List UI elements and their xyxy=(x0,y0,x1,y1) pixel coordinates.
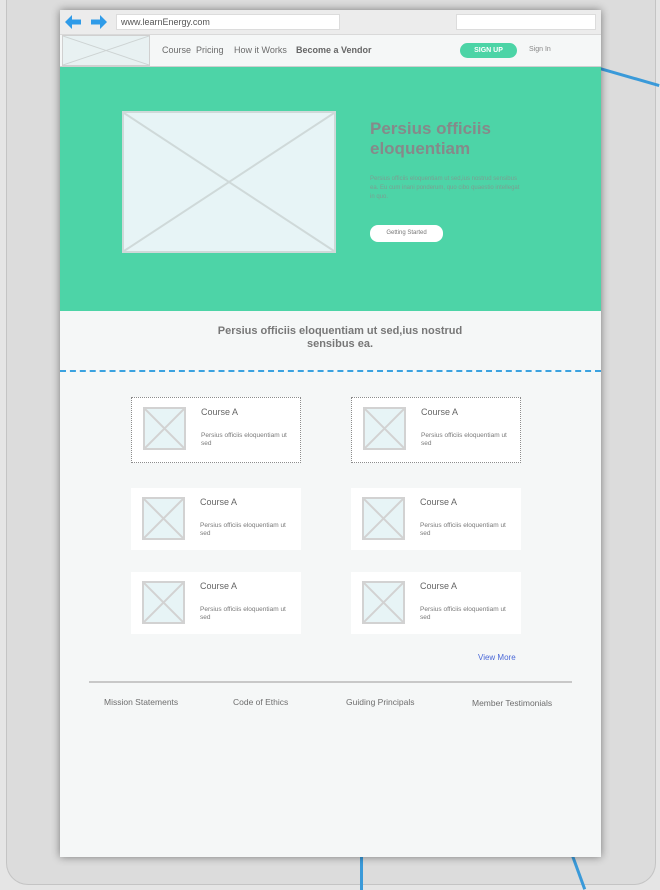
view-more-link[interactable]: View More xyxy=(478,653,516,662)
course-card[interactable]: Course A Persius officiis eloquentiam ut… xyxy=(131,572,301,634)
getting-started-button[interactable]: Getting Started xyxy=(370,225,443,242)
course-thumbnail xyxy=(362,497,405,540)
browser-search-input[interactable] xyxy=(456,14,596,30)
course-title: Course A xyxy=(200,497,238,507)
footer-link-mission-statements[interactable]: Mission Statements xyxy=(104,697,178,707)
url-text: www.learnEnergy.com xyxy=(121,17,210,27)
signin-link[interactable]: Sign In xyxy=(529,46,551,53)
course-thumbnail xyxy=(143,407,186,450)
course-thumbnail xyxy=(362,581,405,624)
course-title: Course A xyxy=(420,581,458,591)
course-title: Course A xyxy=(421,407,459,417)
forward-arrow-icon[interactable] xyxy=(90,14,108,30)
course-thumbnail xyxy=(142,581,185,624)
nav-link-become-vendor[interactable]: Become a Vendor xyxy=(296,45,372,55)
url-bar[interactable]: www.learnEnergy.com xyxy=(116,14,340,30)
course-title: Course A xyxy=(201,407,239,417)
course-thumbnail xyxy=(363,407,406,450)
signup-button[interactable]: SIGN UP xyxy=(460,43,517,58)
course-description: Persius officiis eloquentiam ut sed xyxy=(200,522,286,537)
nav-link-course[interactable]: Course xyxy=(162,45,191,55)
course-card[interactable]: Course A Persius officiis eloquentiam ut… xyxy=(131,488,301,550)
course-title: Course A xyxy=(200,581,238,591)
course-title: Course A xyxy=(420,497,458,507)
web-page-mockup: www.learnEnergy.com Course Pricing How i… xyxy=(60,10,601,857)
footer-link-guiding-principals[interactable]: Guiding Principals xyxy=(346,697,415,707)
tagline: Persius officiis eloquentiam ut sed,ius … xyxy=(217,325,463,350)
course-description: Persius officiis eloquentiam ut sed xyxy=(421,432,507,447)
navbar: Course Pricing How it Works Become a Ven… xyxy=(60,34,601,67)
hero-description: Persius officiis eloquentiam ut sed,ius … xyxy=(370,176,520,200)
footer-link-member-testimonials[interactable]: Member Testimonials xyxy=(472,698,552,708)
course-card[interactable]: Course A Persius officiis eloquentiam ut… xyxy=(351,572,521,634)
footer-link-code-of-ethics[interactable]: Code of Ethics xyxy=(233,697,288,707)
course-description: Persius officiis eloquentiam ut sed xyxy=(201,432,287,447)
course-card[interactable]: Course A Persius officiis eloquentiam ut… xyxy=(131,397,301,463)
hero-title: Persius officiis eloquentiam xyxy=(370,119,491,158)
course-thumbnail xyxy=(142,497,185,540)
back-arrow-icon[interactable] xyxy=(64,14,82,30)
course-card[interactable]: Course A Persius officiis eloquentiam ut… xyxy=(351,397,521,463)
browser-bar: www.learnEnergy.com xyxy=(60,10,601,34)
course-card[interactable]: Course A Persius officiis eloquentiam ut… xyxy=(351,488,521,550)
nav-link-how-it-works[interactable]: How it Works xyxy=(234,45,287,55)
footer-divider xyxy=(89,681,572,683)
course-description: Persius officiis eloquentiam ut sed xyxy=(200,606,286,621)
hero-section: Persius officiis eloquentiam Persius off… xyxy=(60,67,601,311)
logo-placeholder[interactable] xyxy=(62,35,150,66)
connector-line xyxy=(360,856,363,890)
course-description: Persius officiis eloquentiam ut sed xyxy=(420,606,506,621)
dashed-divider xyxy=(60,370,601,372)
course-description: Persius officiis eloquentiam ut sed xyxy=(420,522,506,537)
nav-link-pricing[interactable]: Pricing xyxy=(196,45,224,55)
hero-image-placeholder xyxy=(122,111,336,253)
